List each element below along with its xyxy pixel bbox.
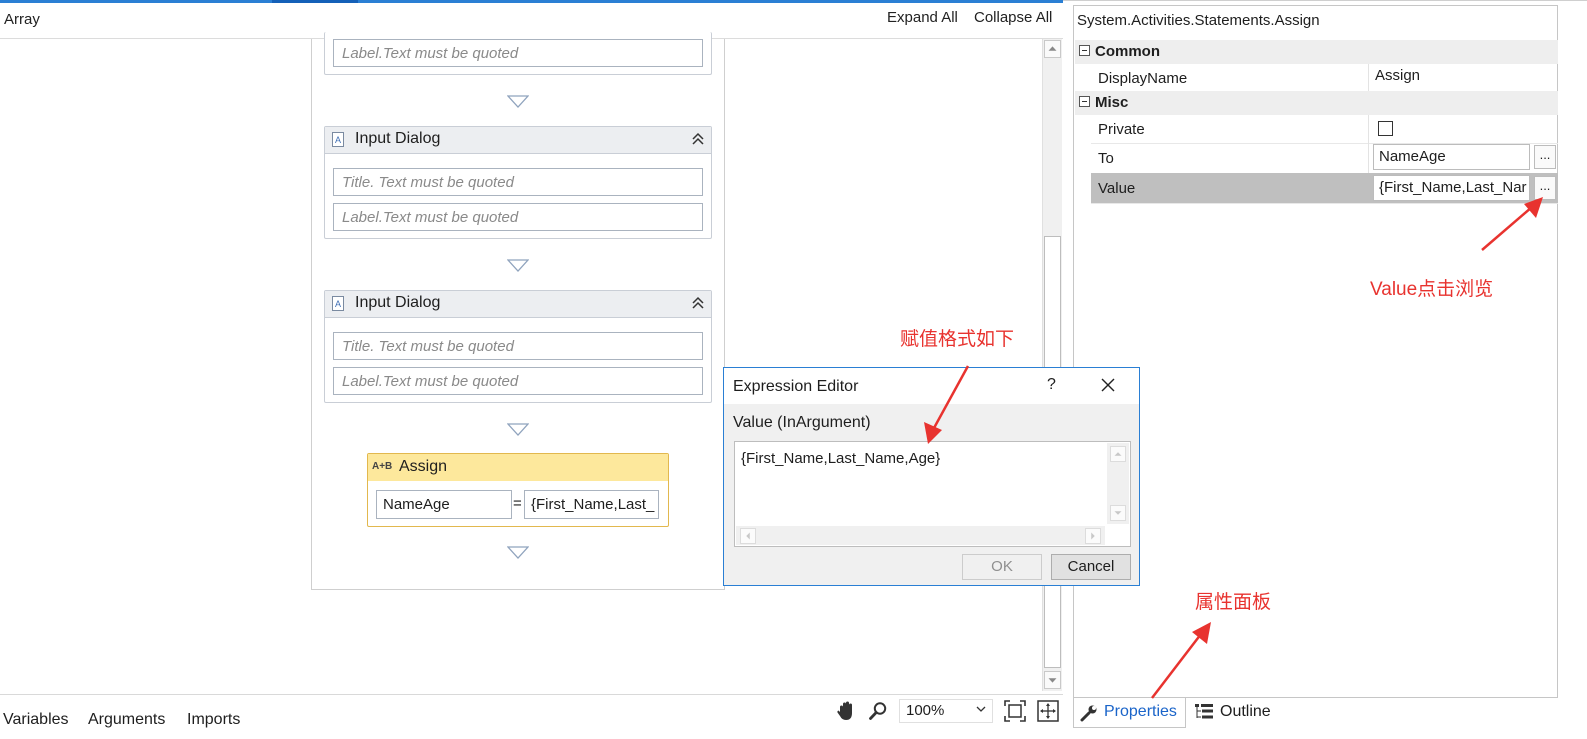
expression-argument-label: Value (InArgument) — [733, 414, 871, 431]
fit-to-screen-icon[interactable] — [1004, 700, 1026, 722]
label-input[interactable]: Label.Text must be quoted — [333, 367, 703, 395]
activity-header: A Input Dialog — [325, 127, 711, 154]
tab-properties-label: Properties — [1104, 703, 1177, 720]
label-input[interactable]: Label.Text must be quoted — [333, 203, 703, 231]
column-divider — [1368, 115, 1369, 143]
outline-tree-icon[interactable] — [1194, 703, 1214, 721]
activity-header: A Input Dialog — [325, 291, 711, 318]
scroll-up-icon[interactable] — [1110, 446, 1126, 462]
scroll-down-icon[interactable] — [1044, 671, 1061, 689]
annotation-value-note: Value点击浏览 — [1370, 279, 1494, 300]
private-checkbox[interactable] — [1378, 121, 1393, 136]
annotation-format-note: 赋值格式如下 — [900, 329, 1015, 350]
expression-textbox[interactable]: {First_Name,Last_Name,Age} — [734, 441, 1131, 547]
breadcrumb[interactable]: Array — [4, 11, 40, 28]
expand-all-link[interactable]: Expand All — [887, 9, 958, 26]
tab-outline[interactable]: Outline — [1220, 703, 1271, 721]
input-dialog-icon: A — [332, 132, 344, 147]
scroll-down-icon[interactable] — [1110, 505, 1126, 521]
chevron-down-icon — [976, 706, 986, 712]
property-row-displayname: DisplayName Assign — [1091, 64, 1558, 92]
expression-horizontal-scrollbar[interactable] — [736, 526, 1105, 545]
assign-icon: A+B — [372, 461, 393, 472]
collapse-chevron-icon[interactable] — [691, 131, 705, 147]
input-dialog-icon: A — [332, 296, 344, 311]
zoom-magnifier-icon[interactable] — [868, 701, 888, 721]
title-input[interactable]: Title. Text must be quoted — [333, 168, 703, 196]
scroll-right-icon[interactable] — [1085, 528, 1101, 544]
scroll-left-icon[interactable] — [740, 528, 756, 544]
cancel-button[interactable]: Cancel — [1051, 554, 1131, 580]
close-icon[interactable] — [1100, 377, 1116, 393]
tab-arguments[interactable]: Arguments — [88, 711, 165, 729]
to-browse-button[interactable]: ... — [1534, 145, 1556, 169]
properties-type-title: System.Activities.Statements.Assign — [1077, 12, 1320, 29]
overview-map-icon[interactable] — [1037, 700, 1059, 722]
value-input[interactable]: {First_Name,Last_Nar — [1373, 175, 1530, 201]
tab-imports[interactable]: Imports — [187, 711, 240, 729]
category-label: Misc — [1095, 94, 1129, 111]
collapse-all-link[interactable]: Collapse All — [974, 9, 1052, 26]
annotation-panel-note: 属性面板 — [1195, 592, 1272, 613]
expression-text: {First_Name,Last_Name,Age} — [741, 450, 941, 467]
drop-arrow-icon — [507, 259, 529, 272]
to-input[interactable]: NameAge — [1373, 144, 1530, 170]
property-name: Private — [1098, 121, 1145, 138]
wrench-icon — [1080, 705, 1097, 722]
assign-activity[interactable]: A+B Assign NameAge = {First_Name,Last_ — [367, 453, 669, 527]
property-row-to: To NameAge ... — [1091, 143, 1558, 174]
property-name: DisplayName — [1098, 70, 1188, 87]
displayname-value[interactable]: Assign — [1375, 67, 1420, 84]
property-name: To — [1098, 150, 1114, 167]
activity-title: Input Dialog — [355, 294, 441, 311]
dialog-title: Expression Editor — [733, 378, 859, 395]
zoom-select[interactable]: 100% — [899, 699, 993, 723]
panel-top-border — [1063, 0, 1587, 1]
collapse-chevron-icon[interactable] — [691, 295, 705, 311]
category-common[interactable]: Common — [1075, 40, 1558, 64]
assign-title: Assign — [399, 458, 448, 475]
value-browse-button[interactable]: ... — [1534, 176, 1556, 200]
assign-to-input[interactable]: NameAge — [376, 490, 512, 519]
property-name: Value — [1098, 180, 1136, 197]
assign-equals-sign: = — [513, 495, 522, 512]
drop-arrow-icon — [507, 95, 529, 108]
scroll-up-icon[interactable] — [1044, 40, 1061, 58]
collapse-toggle-icon[interactable] — [1079, 45, 1090, 56]
ok-button[interactable]: OK — [962, 554, 1042, 580]
title-input[interactable]: Title. Text must be quoted — [333, 332, 703, 360]
drop-arrow-icon — [507, 423, 529, 436]
expression-editor-dialog: Expression Editor ? Value (InArgument) {… — [723, 367, 1140, 586]
tab-variables[interactable]: Variables — [3, 711, 69, 729]
tab-properties[interactable]: Properties — [1073, 698, 1186, 728]
assign-header: A+B Assign — [368, 454, 668, 481]
category-label: Common — [1095, 43, 1160, 60]
pan-hand-icon[interactable] — [835, 700, 857, 722]
expression-vertical-scrollbar[interactable] — [1107, 443, 1129, 524]
help-button[interactable]: ? — [1047, 376, 1056, 394]
column-divider — [1368, 143, 1369, 173]
collapse-toggle-icon[interactable] — [1079, 96, 1090, 107]
zoom-value: 100% — [906, 702, 945, 719]
property-row-value: Value {First_Name,Last_Nar ... — [1091, 173, 1558, 204]
assign-value-input[interactable]: {First_Name,Last_ — [524, 490, 659, 519]
label-input[interactable]: Label.Text must be quoted — [333, 39, 703, 67]
activity-title: Input Dialog — [355, 130, 441, 147]
column-divider — [1368, 64, 1369, 91]
property-row-private: Private — [1091, 115, 1558, 144]
category-misc[interactable]: Misc — [1075, 91, 1558, 115]
drop-arrow-icon — [507, 546, 529, 559]
dialog-titlebar: Expression Editor ? — [724, 368, 1139, 404]
